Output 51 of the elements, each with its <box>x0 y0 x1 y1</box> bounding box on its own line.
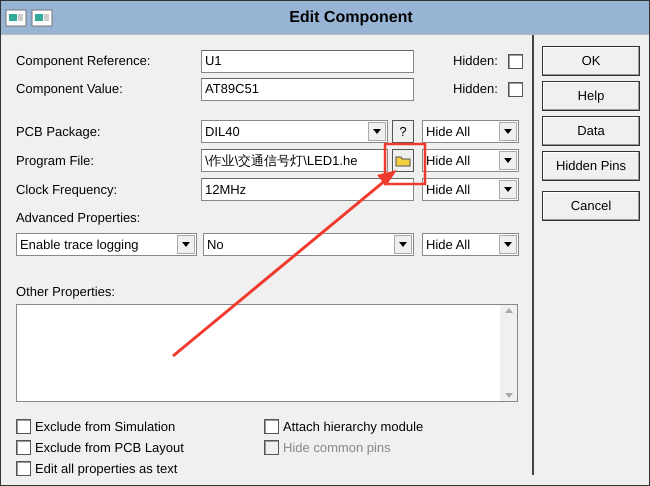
section-label: Other Properties: <box>16 282 116 301</box>
file-field[interactable]: \作业\交通信号灯\LED1.he <box>201 149 388 172</box>
checkbox[interactable] <box>508 54 523 68</box>
visibility-dropdown[interactable]: Hide All <box>422 120 519 143</box>
caret-icon <box>399 242 407 247</box>
caret-icon <box>504 242 512 247</box>
checkbox[interactable] <box>508 82 523 96</box>
caret-icon <box>182 242 190 247</box>
checkbox-label: Hide common pins <box>283 438 391 457</box>
field-label: Clock Frequency: <box>16 180 118 199</box>
dialog-button[interactable]: Help <box>542 81 640 111</box>
window-icon[interactable] <box>31 8 53 28</box>
field-label: PCB Package: <box>16 122 102 141</box>
section-label: Advanced Properties: <box>16 209 142 227</box>
text-field[interactable]: AT89C51 <box>201 78 414 100</box>
visibility-dropdown[interactable]: Hide All <box>422 149 519 172</box>
text-field[interactable]: U1 <box>201 50 414 72</box>
caret-icon <box>504 187 512 192</box>
hidden-label: Hidden: <box>453 80 499 98</box>
highlight-box <box>384 142 426 186</box>
help-button[interactable]: ? <box>392 120 414 143</box>
properties-textarea[interactable] <box>16 304 518 402</box>
checkbox-label: Exclude from Simulation <box>35 418 176 436</box>
field-label: Component Reference: <box>16 52 152 70</box>
dialog-button[interactable]: Cancel <box>542 191 640 221</box>
visibility-dropdown[interactable]: Hide All <box>422 178 519 201</box>
caret-icon <box>504 129 512 134</box>
value-dropdown[interactable]: No <box>203 233 414 256</box>
visibility-dropdown[interactable]: Hide All <box>422 233 519 256</box>
checkbox[interactable] <box>16 419 31 434</box>
dialog-button[interactable]: Data <box>542 116 640 146</box>
browse-button[interactable] <box>392 149 414 172</box>
hidden-label: Hidden: <box>453 52 499 70</box>
checkbox[interactable] <box>264 419 279 434</box>
package-dropdown[interactable]: DIL40 <box>201 120 388 143</box>
text-field[interactable]: 12MHz <box>201 178 414 201</box>
caret-icon <box>373 129 381 134</box>
caret-icon <box>504 158 512 163</box>
window-title: Edit Component <box>288 8 414 28</box>
checkbox[interactable] <box>16 440 31 455</box>
window-icon[interactable] <box>5 8 27 28</box>
folder-icon <box>395 154 411 166</box>
dialog-button[interactable]: Hidden Pins <box>542 151 640 181</box>
property-dropdown[interactable]: Enable trace logging <box>16 233 197 256</box>
checkbox-label: Edit all properties as text <box>35 460 178 478</box>
dialog-button[interactable]: OK <box>542 46 640 76</box>
field-label: Component Value: <box>16 80 124 98</box>
field-label: Program File: <box>16 152 96 170</box>
checkbox-label: Attach hierarchy module <box>283 418 424 436</box>
checkbox[interactable] <box>16 461 31 476</box>
checkbox-label: Exclude from PCB Layout <box>35 438 184 457</box>
